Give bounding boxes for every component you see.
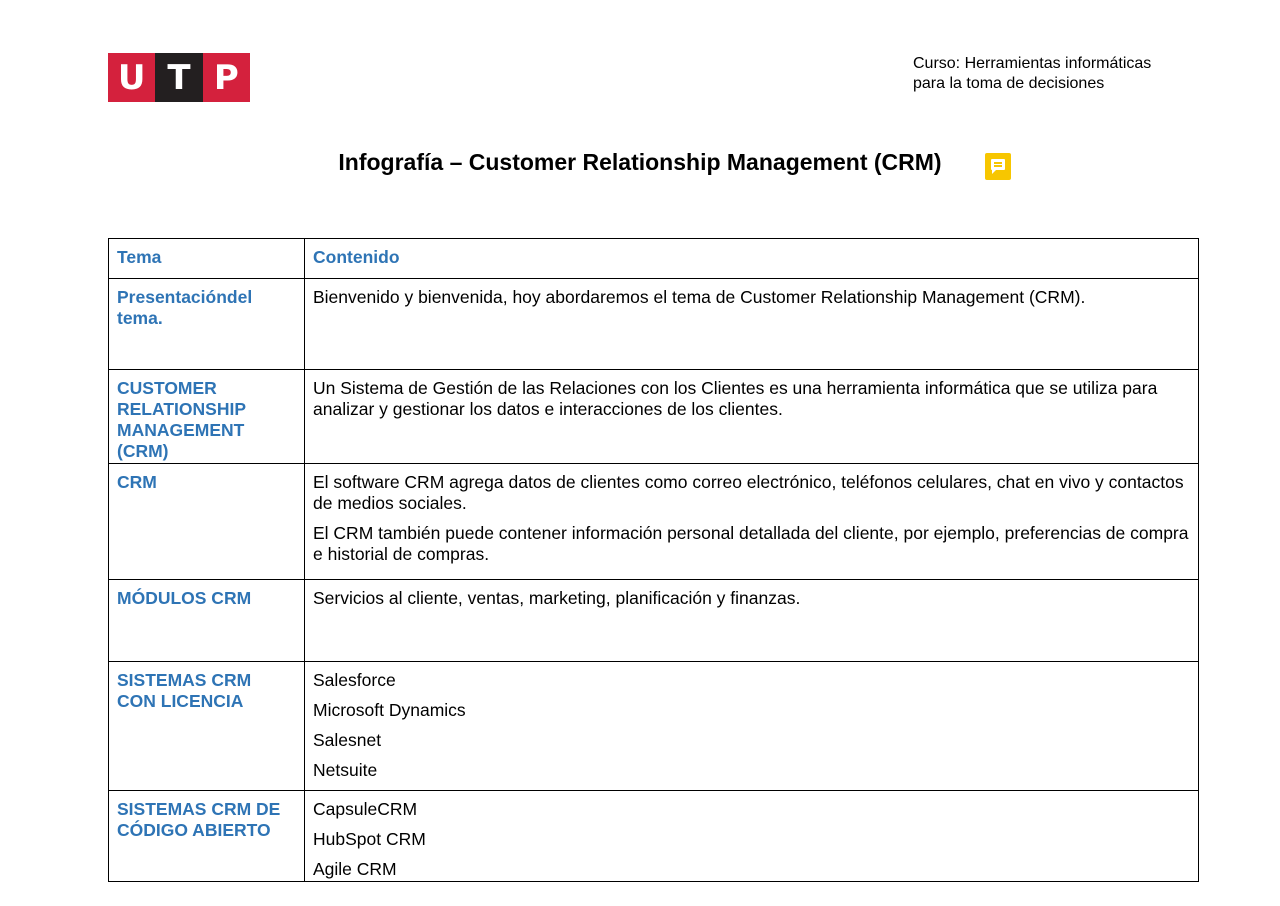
row-paragraph: El software CRM agrega datos de clientes…: [313, 472, 1184, 513]
table-row: SISTEMAS CRM CON LICENCIA Salesforce Mic…: [108, 661, 1199, 791]
course-line-1: Curso: Herramientas informáticas: [913, 55, 1152, 72]
row-tema: CRM: [108, 463, 305, 580]
utp-logo: U T P: [108, 53, 250, 102]
table-row: Presentacióndel tema. Bienvenido y bienv…: [108, 278, 1199, 370]
row-paragraph: Bienvenido y bienvenida, hoy abordaremos…: [313, 287, 1086, 307]
row-paragraph: Un Sistema de Gestión de las Relaciones …: [313, 378, 1158, 419]
page-title: Infografía – Customer Relationship Manag…: [338, 149, 942, 175]
header-contenido: Contenido: [304, 238, 1199, 279]
list-item: Netsuite: [313, 760, 378, 780]
comment-bubble-tail: [992, 170, 996, 174]
table-header-row: Tema Contenido: [108, 238, 1199, 279]
list-item: CapsuleCRM: [313, 799, 418, 819]
list-item: Microsoft Dynamics: [313, 700, 466, 720]
row-paragraph: Servicios al cliente, ventas, marketing,…: [313, 588, 801, 608]
logo-letter-p: P: [202, 53, 250, 102]
course-info: Curso: Herramientas informáticas para la…: [913, 54, 1151, 94]
row-contenido: Salesforce Microsoft Dynamics Salesnet N…: [304, 661, 1199, 791]
list-item: HubSpot CRM: [313, 829, 426, 849]
table-row: CUSTOMER RELATIONSHIP MANAGEMENT (CRM) U…: [108, 369, 1199, 464]
row-contenido: El software CRM agrega datos de clientes…: [304, 463, 1199, 580]
row-tema: MÓDULOS CRM: [108, 579, 305, 662]
row-tema: SISTEMAS CRM DE CÓDIGO ABIERTO: [108, 790, 305, 882]
comment-icon[interactable]: [985, 153, 1011, 180]
logo-letter-u: U: [108, 53, 156, 102]
row-tema: SISTEMAS CRM CON LICENCIA: [108, 661, 305, 791]
list-item: Salesforce: [313, 670, 396, 690]
list-item: Agile CRM: [313, 859, 397, 879]
comment-bubble-shape: [991, 159, 1005, 170]
content-table: Tema Contenido Presentacióndel tema. Bie…: [108, 238, 1199, 882]
table-row: CRM El software CRM agrega datos de clie…: [108, 463, 1199, 580]
list-item: Salesnet: [313, 730, 382, 750]
table-row: SISTEMAS CRM DE CÓDIGO ABIERTO CapsuleCR…: [108, 790, 1199, 882]
table-row: MÓDULOS CRM Servicios al cliente, ventas…: [108, 579, 1199, 662]
course-line-2: para la toma de decisiones: [913, 75, 1105, 92]
row-tema: CUSTOMER RELATIONSHIP MANAGEMENT (CRM): [108, 369, 305, 464]
row-paragraph: El CRM también puede contener informació…: [313, 523, 1189, 564]
row-contenido: Bienvenido y bienvenida, hoy abordaremos…: [304, 278, 1199, 370]
row-tema: Presentacióndel tema.: [108, 278, 305, 370]
row-contenido: Servicios al cliente, ventas, marketing,…: [304, 579, 1199, 662]
page-title-container: Infografía – Customer Relationship Manag…: [0, 148, 1280, 176]
row-contenido: CapsuleCRM HubSpot CRM Agile CRM: [304, 790, 1199, 882]
header-tema: Tema: [108, 238, 305, 279]
row-contenido: Un Sistema de Gestión de las Relaciones …: [304, 369, 1199, 464]
logo-letter-t: T: [155, 53, 203, 102]
